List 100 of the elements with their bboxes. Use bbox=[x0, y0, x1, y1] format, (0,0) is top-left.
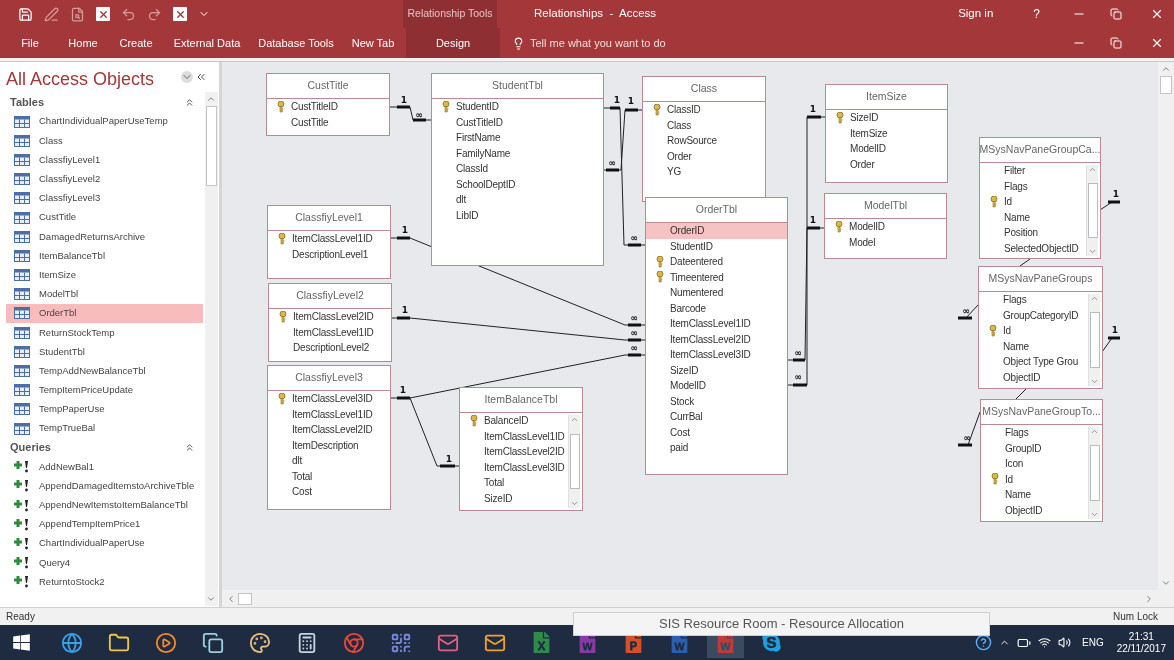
table-field[interactable]: LibID bbox=[432, 207, 603, 223]
table-field[interactable]: Barcode bbox=[646, 300, 787, 316]
scroll-down-icon[interactable] bbox=[570, 499, 579, 508]
table-window[interactable]: Class ClassID Class RowSource Order YG bbox=[642, 76, 766, 202]
nav-item[interactable]: ChartIndividualPaperUseTemp bbox=[6, 112, 203, 132]
table-field[interactable]: ItemClassLevel2ID bbox=[269, 309, 391, 325]
ribbon-tab[interactable]: New Tab bbox=[340, 28, 406, 58]
table-field[interactable]: RowSource bbox=[643, 133, 765, 149]
table-window[interactable]: ItemBalanceTbl BalanceID ItemClassLevel1ID ItemClassLevel2ID ItemClassLevel3ID Total SizeID bbox=[459, 387, 583, 511]
table-field[interactable]: paid bbox=[646, 440, 787, 456]
table-field[interactable]: ItemClassLevel2ID bbox=[268, 422, 390, 438]
sign-in-link[interactable]: Sign in bbox=[958, 5, 994, 23]
tell-me-field[interactable]: Tell me what you want to do bbox=[512, 28, 666, 58]
table-field[interactable]: Timeentered bbox=[646, 269, 787, 285]
collapse-icon[interactable] bbox=[184, 97, 195, 108]
table-field[interactable]: CustTitleID bbox=[432, 114, 603, 130]
table-field[interactable]: ItemDescription bbox=[268, 437, 390, 453]
scroll-left-icon[interactable] bbox=[226, 593, 236, 604]
scrollbar[interactable] bbox=[568, 415, 580, 508]
group-header[interactable]: Tables bbox=[10, 94, 45, 111]
table-field[interactable]: Name bbox=[980, 209, 1086, 225]
table-field[interactable]: DescriptionLevel2 bbox=[269, 340, 391, 356]
scroll-up-icon[interactable] bbox=[1090, 427, 1099, 436]
play-icon[interactable] bbox=[155, 631, 177, 654]
scroll-down-icon[interactable] bbox=[206, 594, 216, 604]
scrollbar[interactable] bbox=[204, 92, 218, 606]
speaker-icon[interactable] bbox=[1058, 636, 1071, 649]
nav-item[interactable]: ClassfiyLevel2 bbox=[6, 169, 203, 189]
scroll-up-icon[interactable] bbox=[570, 415, 579, 424]
table-field[interactable]: Flags bbox=[980, 178, 1086, 194]
table-field[interactable]: Id bbox=[980, 194, 1086, 210]
table-field[interactable]: ItemClassLevel3ID bbox=[646, 347, 787, 363]
scrollbar[interactable] bbox=[1086, 165, 1098, 256]
table-field[interactable]: CurrBal bbox=[646, 409, 787, 425]
nav-item[interactable]: AppendDamagedItemstoArchiveTble bbox=[6, 476, 203, 496]
relationship-line[interactable] bbox=[787, 226, 825, 362]
table-field[interactable]: ObjectID bbox=[979, 369, 1088, 385]
table-field[interactable]: Id bbox=[979, 323, 1088, 339]
browser-icon[interactable] bbox=[61, 631, 83, 654]
table-field[interactable]: Total bbox=[460, 475, 568, 491]
table-field[interactable]: Filter bbox=[980, 163, 1086, 179]
table-field[interactable]: ItemClassLevel1ID bbox=[460, 428, 568, 444]
table-field[interactable]: Id bbox=[981, 471, 1088, 487]
nav-item[interactable]: TempPaperUse bbox=[6, 399, 203, 419]
table-field[interactable]: Order bbox=[643, 148, 765, 164]
relationship-line[interactable] bbox=[409, 397, 460, 468]
table-field[interactable]: OrderID bbox=[646, 223, 787, 239]
table-field[interactable]: Numentered bbox=[646, 285, 787, 301]
relationship-line[interactable] bbox=[602, 106, 646, 247]
nav-item[interactable]: Class bbox=[6, 131, 203, 151]
table-window[interactable]: ClassfiyLevel1 ItemClassLevel1ID DescriptionLevel1 bbox=[267, 205, 391, 279]
ribbon-tab[interactable]: External Data bbox=[162, 28, 252, 58]
table-field[interactable]: SizeID bbox=[826, 110, 947, 126]
table-window[interactable]: CustTitle CustTitleID CustTitle bbox=[266, 73, 390, 136]
nav-item[interactable]: TempItemPriceUpdate bbox=[6, 380, 203, 400]
table-field[interactable]: Model bbox=[825, 234, 946, 250]
table-field[interactable]: ItemClassLevel3ID bbox=[460, 459, 568, 475]
nav-item[interactable]: AddNewBal1 bbox=[6, 457, 203, 477]
chrome-icon[interactable] bbox=[343, 631, 365, 654]
table-field[interactable]: ItemSize bbox=[826, 125, 947, 141]
table-field[interactable]: YG bbox=[643, 164, 765, 180]
table-field[interactable]: ItemClassLevel2ID bbox=[646, 331, 787, 347]
ribbon-tab[interactable]: Create bbox=[110, 28, 162, 58]
table-field[interactable]: StudentID bbox=[432, 99, 603, 115]
table-field[interactable]: Flags bbox=[979, 292, 1088, 308]
close-icon[interactable] bbox=[1150, 7, 1164, 21]
scroll-up-icon[interactable] bbox=[1161, 64, 1171, 74]
table-field[interactable]: Flags bbox=[981, 425, 1088, 441]
nav-item[interactable]: OrderTbl bbox=[6, 303, 203, 324]
nav-item[interactable]: ReturntoStock2 bbox=[6, 572, 203, 592]
table-window[interactable]: MSysNavPaneGroupTo... Flags GroupID Icon Id Name ObjectID bbox=[980, 399, 1103, 522]
scroll-up-icon[interactable] bbox=[206, 94, 216, 104]
table-field[interactable]: ModelID bbox=[826, 141, 947, 157]
scroll-thumb[interactable] bbox=[1089, 445, 1100, 501]
ribbon-tab[interactable]: Database Tools bbox=[252, 28, 340, 58]
close-box-icon[interactable] bbox=[173, 7, 187, 21]
nav-item[interactable]: DamagedReturnsArchive bbox=[6, 227, 203, 247]
table-field[interactable]: ModelID bbox=[646, 378, 787, 394]
table-window[interactable]: ItemSize SizeID ItemSize ModelID Order bbox=[825, 84, 948, 183]
table-field[interactable]: Name bbox=[981, 487, 1088, 503]
nav-item[interactable]: AppendTempItemPrice1 bbox=[6, 514, 203, 534]
nav-item[interactable]: TempTrueBal bbox=[6, 419, 203, 439]
table-window[interactable]: ClassfiyLevel2 ItemClassLevel2ID ItemClassLevel1ID DescriptionLevel2 bbox=[268, 283, 392, 362]
table-field[interactable]: dlt bbox=[432, 192, 603, 208]
tiles-icon[interactable] bbox=[202, 631, 224, 654]
table-window[interactable]: ModelTbl ModelID Model bbox=[824, 193, 947, 259]
table-field[interactable]: dlt bbox=[268, 453, 390, 469]
table-field[interactable]: Object Type Grou bbox=[979, 354, 1088, 370]
help-button[interactable]: ? bbox=[1033, 5, 1040, 23]
network-icon[interactable] bbox=[1038, 636, 1051, 649]
table-field[interactable]: ClassID bbox=[643, 102, 765, 118]
scroll-thumb[interactable] bbox=[205, 106, 217, 186]
clock[interactable]: 21:31 22/11/2017 bbox=[1116, 630, 1166, 655]
relationship-line[interactable] bbox=[390, 316, 646, 342]
table-field[interactable]: Name bbox=[979, 338, 1088, 354]
ribbon-tab[interactable]: Home bbox=[56, 28, 110, 58]
scroll-thumb[interactable] bbox=[569, 433, 580, 490]
table-field[interactable]: ItemClassLevel1ID bbox=[269, 324, 391, 340]
table-field[interactable]: ItemClassLevel3ID bbox=[268, 391, 390, 407]
scrollbar[interactable] bbox=[222, 590, 1174, 607]
